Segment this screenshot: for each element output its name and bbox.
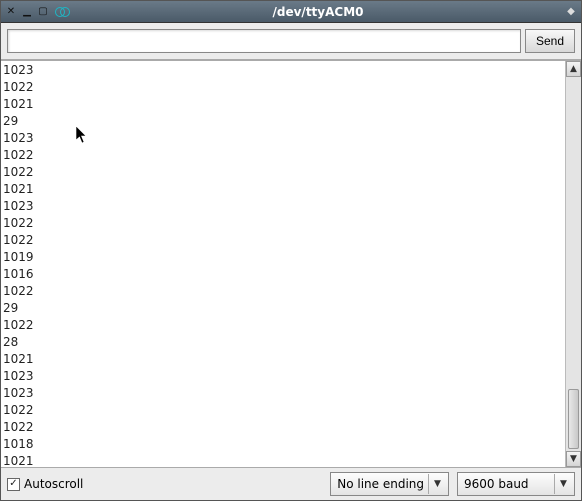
vertical-scrollbar[interactable]: ▲ ▼ [565,61,581,467]
autoscroll-checkbox-group[interactable]: ✓ Autoscroll [7,477,322,491]
serial-output: 1023102210212910231022102210211023102210… [1,61,565,467]
titlebar-spacer: /dev/ttyACM0 [71,5,565,19]
serial-line: 1016 [3,266,563,283]
serial-line: 1022 [3,147,563,164]
serial-line: 1022 [3,283,563,300]
scroll-up-button[interactable]: ▲ [566,61,581,77]
window-menu-icon[interactable]: ◆ [565,6,577,18]
serial-line: 1019 [3,249,563,266]
serial-line: 1022 [3,402,563,419]
send-toolbar: Send [1,23,581,60]
status-bar: ✓ Autoscroll No line ending ▼ 9600 baud … [1,468,581,500]
serial-line: 1018 [3,436,563,453]
scroll-down-button[interactable]: ▼ [566,451,581,467]
serial-line: 1023 [3,62,563,79]
serial-line: 1022 [3,419,563,436]
serial-line: 1022 [3,164,563,181]
titlebar: ✕ ▁ ▢ /dev/ttyACM0 ◆ [1,1,581,23]
window: ✕ ▁ ▢ /dev/ttyACM0 ◆ Send 10231022102129… [0,0,582,501]
serial-line: 1022 [3,79,563,96]
serial-line: 29 [3,113,563,130]
serial-line: 1023 [3,368,563,385]
maximize-icon[interactable]: ▢ [37,6,49,18]
serial-line: 1023 [3,385,563,402]
baud-rate-select[interactable]: 9600 baud ▼ [457,472,575,496]
arduino-icon [55,6,71,18]
window-controls: ✕ ▁ ▢ [5,6,49,18]
autoscroll-label: Autoscroll [24,477,83,491]
serial-line: 1021 [3,181,563,198]
close-icon[interactable]: ✕ [5,6,17,18]
serial-line: 28 [3,334,563,351]
baud-rate-value: 9600 baud [464,477,550,491]
serial-line: 1023 [3,130,563,147]
autoscroll-checkbox[interactable]: ✓ [7,478,20,491]
serial-line: 1022 [3,317,563,334]
line-ending-value: No line ending [337,477,424,491]
serial-line: 29 [3,300,563,317]
serial-line: 1023 [3,198,563,215]
serial-line: 1021 [3,96,563,113]
serial-line: 1022 [3,215,563,232]
chevron-down-icon: ▼ [428,474,446,494]
scrollbar-thumb[interactable] [568,389,579,449]
chevron-down-icon: ▼ [554,474,572,494]
serial-line: 1021 [3,351,563,368]
minimize-icon[interactable]: ▁ [21,6,33,18]
content-area: 1023102210212910231022102210211023102210… [1,60,581,468]
send-button[interactable]: Send [525,29,575,53]
serial-send-input[interactable] [7,29,521,53]
serial-line: 1022 [3,232,563,249]
serial-line: 1021 [3,453,563,467]
window-title: /dev/ttyACM0 [273,5,364,19]
line-ending-select[interactable]: No line ending ▼ [330,472,449,496]
